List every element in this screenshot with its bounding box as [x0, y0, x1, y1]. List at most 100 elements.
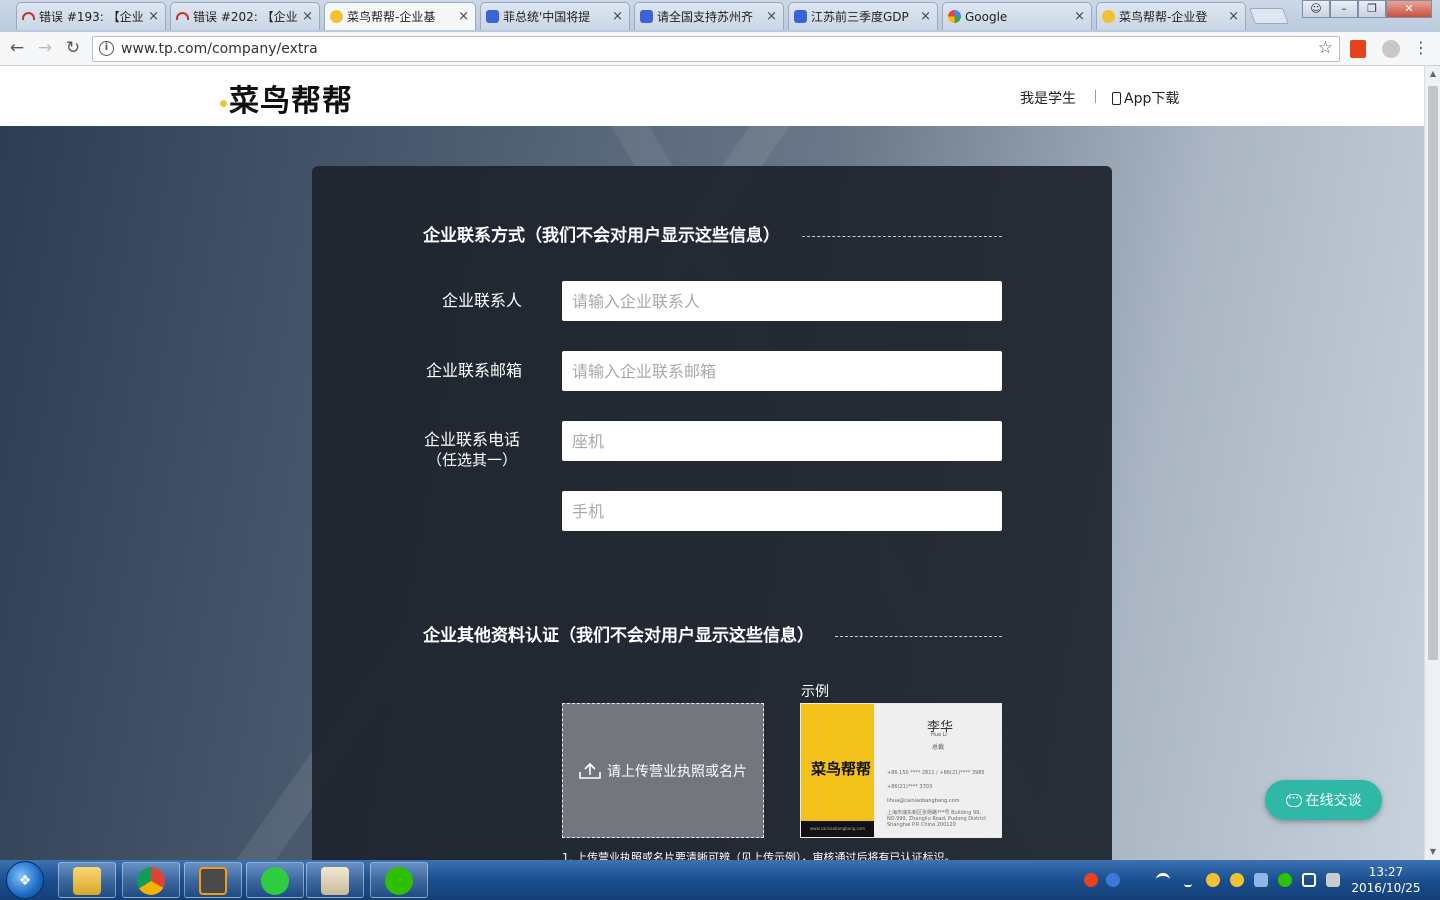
tab-title: 请全国支持苏州齐 [657, 10, 754, 24]
back-arrow-icon[interactable]: ← [6, 37, 28, 59]
site-header: 菜鸟帮帮 我是学生 App下载 [0, 66, 1424, 126]
taskbar-sublime[interactable] [184, 862, 242, 898]
windows-taskbar: ❖ 13:27 2016/10/25 [0, 860, 1440, 900]
contact-phone-label: 企业联系电话 （任选其一） [422, 430, 522, 470]
taskbar-wechat[interactable] [370, 862, 428, 898]
example-label: 示例 [801, 684, 829, 700]
mobile-input[interactable] [562, 491, 1002, 531]
bookmark-star-icon[interactable]: ☆ [1318, 38, 1333, 58]
contact-email-label: 企业联系邮箱 [425, 361, 522, 380]
google-icon [948, 10, 961, 23]
logo-text: 菜鸟帮帮 [229, 84, 353, 119]
close-tab-icon[interactable]: × [612, 9, 623, 24]
contact-email-input[interactable] [562, 351, 1002, 391]
bee-icon [330, 10, 343, 23]
page-scrollbar[interactable]: ▲ ▼ [1424, 66, 1440, 860]
qq-icon[interactable] [1206, 873, 1220, 887]
tab-title: Google [965, 9, 1008, 24]
taskbar-chrome[interactable] [122, 862, 180, 898]
sogou-ime-icon[interactable] [1084, 873, 1098, 887]
url-text[interactable]: www.tp.com/company/extra [121, 41, 318, 57]
wechat-tray-icon[interactable] [1278, 873, 1292, 887]
online-chat-button[interactable]: ••• 在线交谈 [1265, 780, 1382, 820]
minimize-button[interactable]: – [1330, 0, 1358, 18]
baidu-paw-icon [640, 10, 653, 23]
tab-7[interactable]: Google × [942, 2, 1092, 30]
close-tab-icon[interactable]: × [458, 9, 469, 24]
close-tab-icon[interactable]: × [1074, 9, 1085, 24]
baidu-paw-icon [794, 10, 807, 23]
contact-person-input[interactable] [562, 281, 1002, 321]
tab-5[interactable]: 请全国支持苏州齐 × [634, 2, 784, 30]
m-extension-icon[interactable] [1382, 40, 1400, 58]
taskbar-app[interactable] [306, 862, 364, 898]
card-website: www.cainiaobangbang.com [801, 821, 874, 837]
section-divider [835, 636, 1002, 637]
tray-expand-icon[interactable] [1184, 873, 1192, 887]
scroll-down-arrow-icon[interactable]: ▼ [1425, 844, 1440, 860]
form-panel: 企业联系方式（我们不会对用户显示这些信息） 企业联系人 企业联系邮箱 企业联系电… [312, 166, 1112, 860]
logo-dot-icon [220, 99, 227, 107]
qq-icon[interactable] [1230, 873, 1244, 887]
network-icon[interactable] [1254, 873, 1268, 887]
close-tab-icon[interactable]: × [148, 9, 159, 24]
contact-phone-label-main: 企业联系电话 [423, 430, 520, 449]
section-title-contact: 企业联系方式（我们不会对用户显示这些信息） [423, 226, 780, 246]
tab-title: 错误 #202: 【企业 [193, 10, 298, 24]
volume-muted-icon[interactable] [1326, 873, 1340, 887]
start-button[interactable]: ❖ [6, 861, 44, 899]
wechat-icon [385, 867, 413, 895]
tab-title: 江苏前三季度GDP [811, 10, 909, 24]
maximize-button[interactable]: ❐ [1358, 0, 1386, 18]
site-logo[interactable]: 菜鸟帮帮 [220, 76, 353, 120]
card-fax: +86(21)**** 3703 [887, 784, 933, 790]
tab-3[interactable]: 菜鸟帮帮-企业基 × [324, 2, 476, 30]
tab-2[interactable]: 错误 #202: 【企业 × [170, 2, 320, 30]
upload-license-dropzone[interactable]: 请上传营业执照或名片 [562, 703, 764, 838]
close-tab-icon[interactable]: × [1228, 9, 1239, 24]
close-tab-icon[interactable]: × [302, 9, 313, 24]
scroll-up-arrow-icon[interactable]: ▲ [1425, 66, 1440, 82]
card-title: 总裁 [932, 744, 945, 751]
clock-time: 13:27 [1368, 865, 1404, 879]
taskbar-explorer[interactable] [58, 862, 116, 898]
section-divider [802, 236, 1002, 237]
taskbar-clock[interactable]: 13:27 2016/10/25 [1350, 864, 1422, 896]
info-icon[interactable]: i [99, 41, 114, 56]
tab-4[interactable]: 菲总统'中国将提 × [480, 2, 630, 30]
close-tab-icon[interactable]: × [920, 9, 931, 24]
tab-8[interactable]: 菜鸟帮帮-企业登 × [1096, 2, 1246, 30]
example-business-card: 菜鸟帮帮 www.cainiaobangbang.com 李华 Hua Li 总… [800, 703, 1002, 838]
taskbar-downloader[interactable] [246, 862, 304, 898]
new-tab-button[interactable] [1249, 8, 1289, 24]
landline-input[interactable] [562, 421, 1002, 461]
menu-kebab-icon[interactable]: ⋮ [1410, 37, 1432, 59]
contact-person-label: 企业联系人 [441, 291, 522, 310]
sublime-icon [199, 867, 227, 895]
tab-title: 错误 #193: 【企业 [39, 10, 144, 24]
display-icon[interactable] [1302, 873, 1316, 887]
contact-phone-label-sub: （任选其一） [426, 451, 517, 469]
address-bar[interactable]: i www.tp.com/company/extra ☆ [92, 36, 1340, 62]
browser-toolbar: ← → ↻ i www.tp.com/company/extra ☆ ⋮ [0, 32, 1440, 66]
tab-6[interactable]: 江苏前三季度GDP × [788, 2, 938, 30]
reload-icon[interactable]: ↻ [62, 37, 84, 59]
red-arc-icon [22, 12, 35, 20]
upload-label: 请上传营业执照或名片 [607, 763, 747, 780]
user-icon[interactable]: ☺ [1302, 0, 1330, 18]
office-extension-icon[interactable] [1350, 40, 1366, 58]
help-icon[interactable] [1106, 873, 1120, 887]
section-title-verification: 企业其他资料认证（我们不会对用户显示这些信息） [423, 626, 814, 646]
tab-1[interactable]: 错误 #193: 【企业 × [16, 2, 166, 30]
scrollbar-thumb[interactable] [1428, 86, 1438, 660]
close-window-button[interactable]: ✕ [1386, 0, 1432, 18]
browser-tabstrip: 错误 #193: 【企业 × 错误 #202: 【企业 × 菜鸟帮帮-企业基 ×… [0, 0, 1440, 32]
close-tab-icon[interactable]: × [766, 9, 777, 24]
red-arc-icon [176, 12, 189, 20]
chat-bubble-icon: ••• [1285, 793, 1302, 807]
tab-title: 菜鸟帮帮-企业登 [1119, 10, 1208, 24]
nav-student-link[interactable]: 我是学生 [1020, 88, 1076, 108]
nav-app-download-link[interactable]: App下载 [1112, 88, 1179, 108]
wifi-icon[interactable] [1156, 873, 1170, 887]
forward-arrow-icon[interactable]: → [34, 37, 56, 59]
